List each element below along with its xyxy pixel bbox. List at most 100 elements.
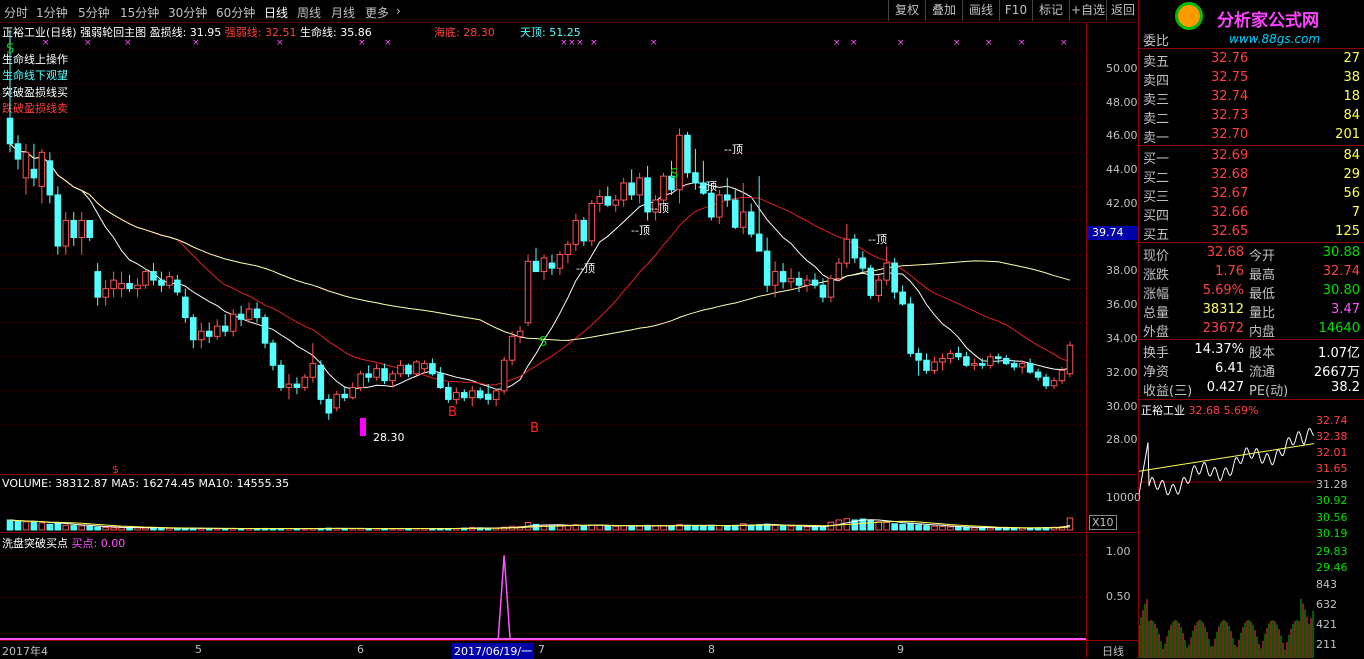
candle-body <box>492 390 500 400</box>
candle-body <box>915 352 922 361</box>
sell-signal: S <box>670 167 678 182</box>
top-marker: --顶 <box>868 233 887 246</box>
candle-body <box>476 390 484 399</box>
candle-body <box>357 373 364 388</box>
candle-body <box>150 271 157 281</box>
x-tick: 2017年4 <box>2 645 48 658</box>
ask-row[interactable]: 卖四 32.75 38 <box>1139 69 1364 89</box>
x-tick: 5 <box>195 643 202 656</box>
volume-bar <box>22 521 30 531</box>
candle-body <box>971 363 978 366</box>
stat-v1: 38312 <box>1202 302 1244 317</box>
candle-body <box>197 330 205 341</box>
stat-v1: 5.69% <box>1202 283 1244 298</box>
bid-row[interactable]: 买三 32.67 56 <box>1139 185 1364 205</box>
candle-body <box>134 284 141 290</box>
volume-bar <box>915 524 922 531</box>
signal-x-marker: × <box>1018 38 1026 48</box>
volume-bar <box>110 527 117 531</box>
ask-row[interactable]: 卖一 32.70 201 <box>1139 126 1364 146</box>
stat-row: 涨跌 1.76 最高 32.74 <box>1139 263 1364 283</box>
candle-body <box>883 262 890 281</box>
candle-body <box>453 392 460 400</box>
ask-row[interactable]: 卖三 32.74 18 <box>1139 88 1364 108</box>
mini-tick: 843 <box>1316 578 1337 591</box>
bid-row[interactable]: 买二 32.68 29 <box>1139 166 1364 186</box>
candle-body <box>397 364 404 375</box>
price-tick: 50.00 <box>1106 62 1138 75</box>
candle-body <box>158 279 165 286</box>
x-tick: 8 <box>708 643 715 656</box>
stat-row: 收益(三) 0.427 PE(动) 38.2 <box>1139 379 1364 399</box>
volume-bar <box>987 527 994 531</box>
candle-body <box>1018 363 1026 368</box>
intraday-mini-chart[interactable] <box>1139 414 1315 658</box>
volume-bar <box>795 526 803 531</box>
signal-x-marker: × <box>833 38 841 48</box>
volume-bar <box>158 527 165 531</box>
signal-x-marker: × <box>384 38 392 48</box>
volume-bar <box>102 526 109 531</box>
mini-tick: 29.83 <box>1316 545 1348 558</box>
volume-bar <box>652 525 659 531</box>
candle-body <box>221 325 229 332</box>
candle-body <box>907 303 914 354</box>
mini-tick: 211 <box>1316 638 1337 651</box>
brand-title: 分析家公式网 <box>1217 11 1319 31</box>
candle-body <box>923 359 930 371</box>
stat-row: 净资 6.41 流通 2667万 <box>1139 360 1364 380</box>
candle-body <box>102 288 109 298</box>
volume-bar <box>668 525 675 531</box>
candle-body <box>763 250 771 286</box>
price-tick: 42.00 <box>1106 197 1138 210</box>
stat-v1: 14.37% <box>1194 342 1244 357</box>
mini-price-line <box>1139 428 1315 496</box>
buy-signal: B <box>448 405 457 420</box>
price-tick: 34.00 <box>1106 332 1138 345</box>
bid-row[interactable]: 买一 32.69 84 <box>1139 147 1364 167</box>
stat-l1: 总量 <box>1143 306 1170 321</box>
candle-body <box>572 219 580 245</box>
candle-body <box>429 363 436 375</box>
volume-bar <box>787 525 795 531</box>
volume-bar <box>166 527 173 531</box>
candle-body <box>795 277 803 286</box>
candlestick-chart[interactable]: --顶--顶--顶--顶--顶--顶28.30SSSBB$× × × × × × × × × × ×… <box>0 0 1086 658</box>
stat-row: 现价 32.68 今开 30.88 <box>1139 244 1364 264</box>
volume-bar <box>46 523 54 531</box>
volume-bar <box>891 523 898 531</box>
candle-body <box>843 238 851 264</box>
volume-bar <box>803 526 811 531</box>
ask-row[interactable]: 卖五 32.76 27 <box>1139 50 1364 70</box>
bid-row[interactable]: 买五 32.65 125 <box>1139 223 1364 243</box>
candle-body <box>620 182 627 201</box>
mini-tick: 29.46 <box>1316 561 1348 574</box>
volume-bar <box>811 526 819 531</box>
price-tick: 30.00 <box>1106 400 1138 413</box>
candle-body <box>182 296 189 319</box>
candle-body <box>1034 371 1042 378</box>
candle-body <box>70 219 78 238</box>
stat-v2: 30.88 <box>1322 245 1360 260</box>
volume-bar <box>747 524 755 531</box>
candle-body <box>213 325 221 337</box>
volume-bar <box>939 526 946 531</box>
ask-row[interactable]: 卖二 32.73 84 <box>1139 107 1364 127</box>
candle-body <box>205 330 213 337</box>
x-tick: 9 <box>897 643 904 656</box>
candle-body <box>660 175 667 201</box>
candle-body <box>46 160 54 196</box>
candle-body <box>110 279 117 290</box>
volume-bar <box>134 527 141 531</box>
candle-body <box>532 260 540 273</box>
candle-body <box>803 279 811 286</box>
x-tick: 7 <box>538 643 545 656</box>
volume-bar <box>899 523 906 531</box>
signal-x-marker: × <box>850 38 858 48</box>
bid-row[interactable]: 买四 32.66 7 <box>1139 204 1364 224</box>
candle-body <box>827 277 835 298</box>
volume-bar <box>923 525 930 531</box>
stat-row: 外盘 23672 内盘 14640 <box>1139 320 1364 340</box>
toolbar-button[interactable]: 返回 <box>1106 0 1139 21</box>
volume-bar <box>907 522 914 531</box>
